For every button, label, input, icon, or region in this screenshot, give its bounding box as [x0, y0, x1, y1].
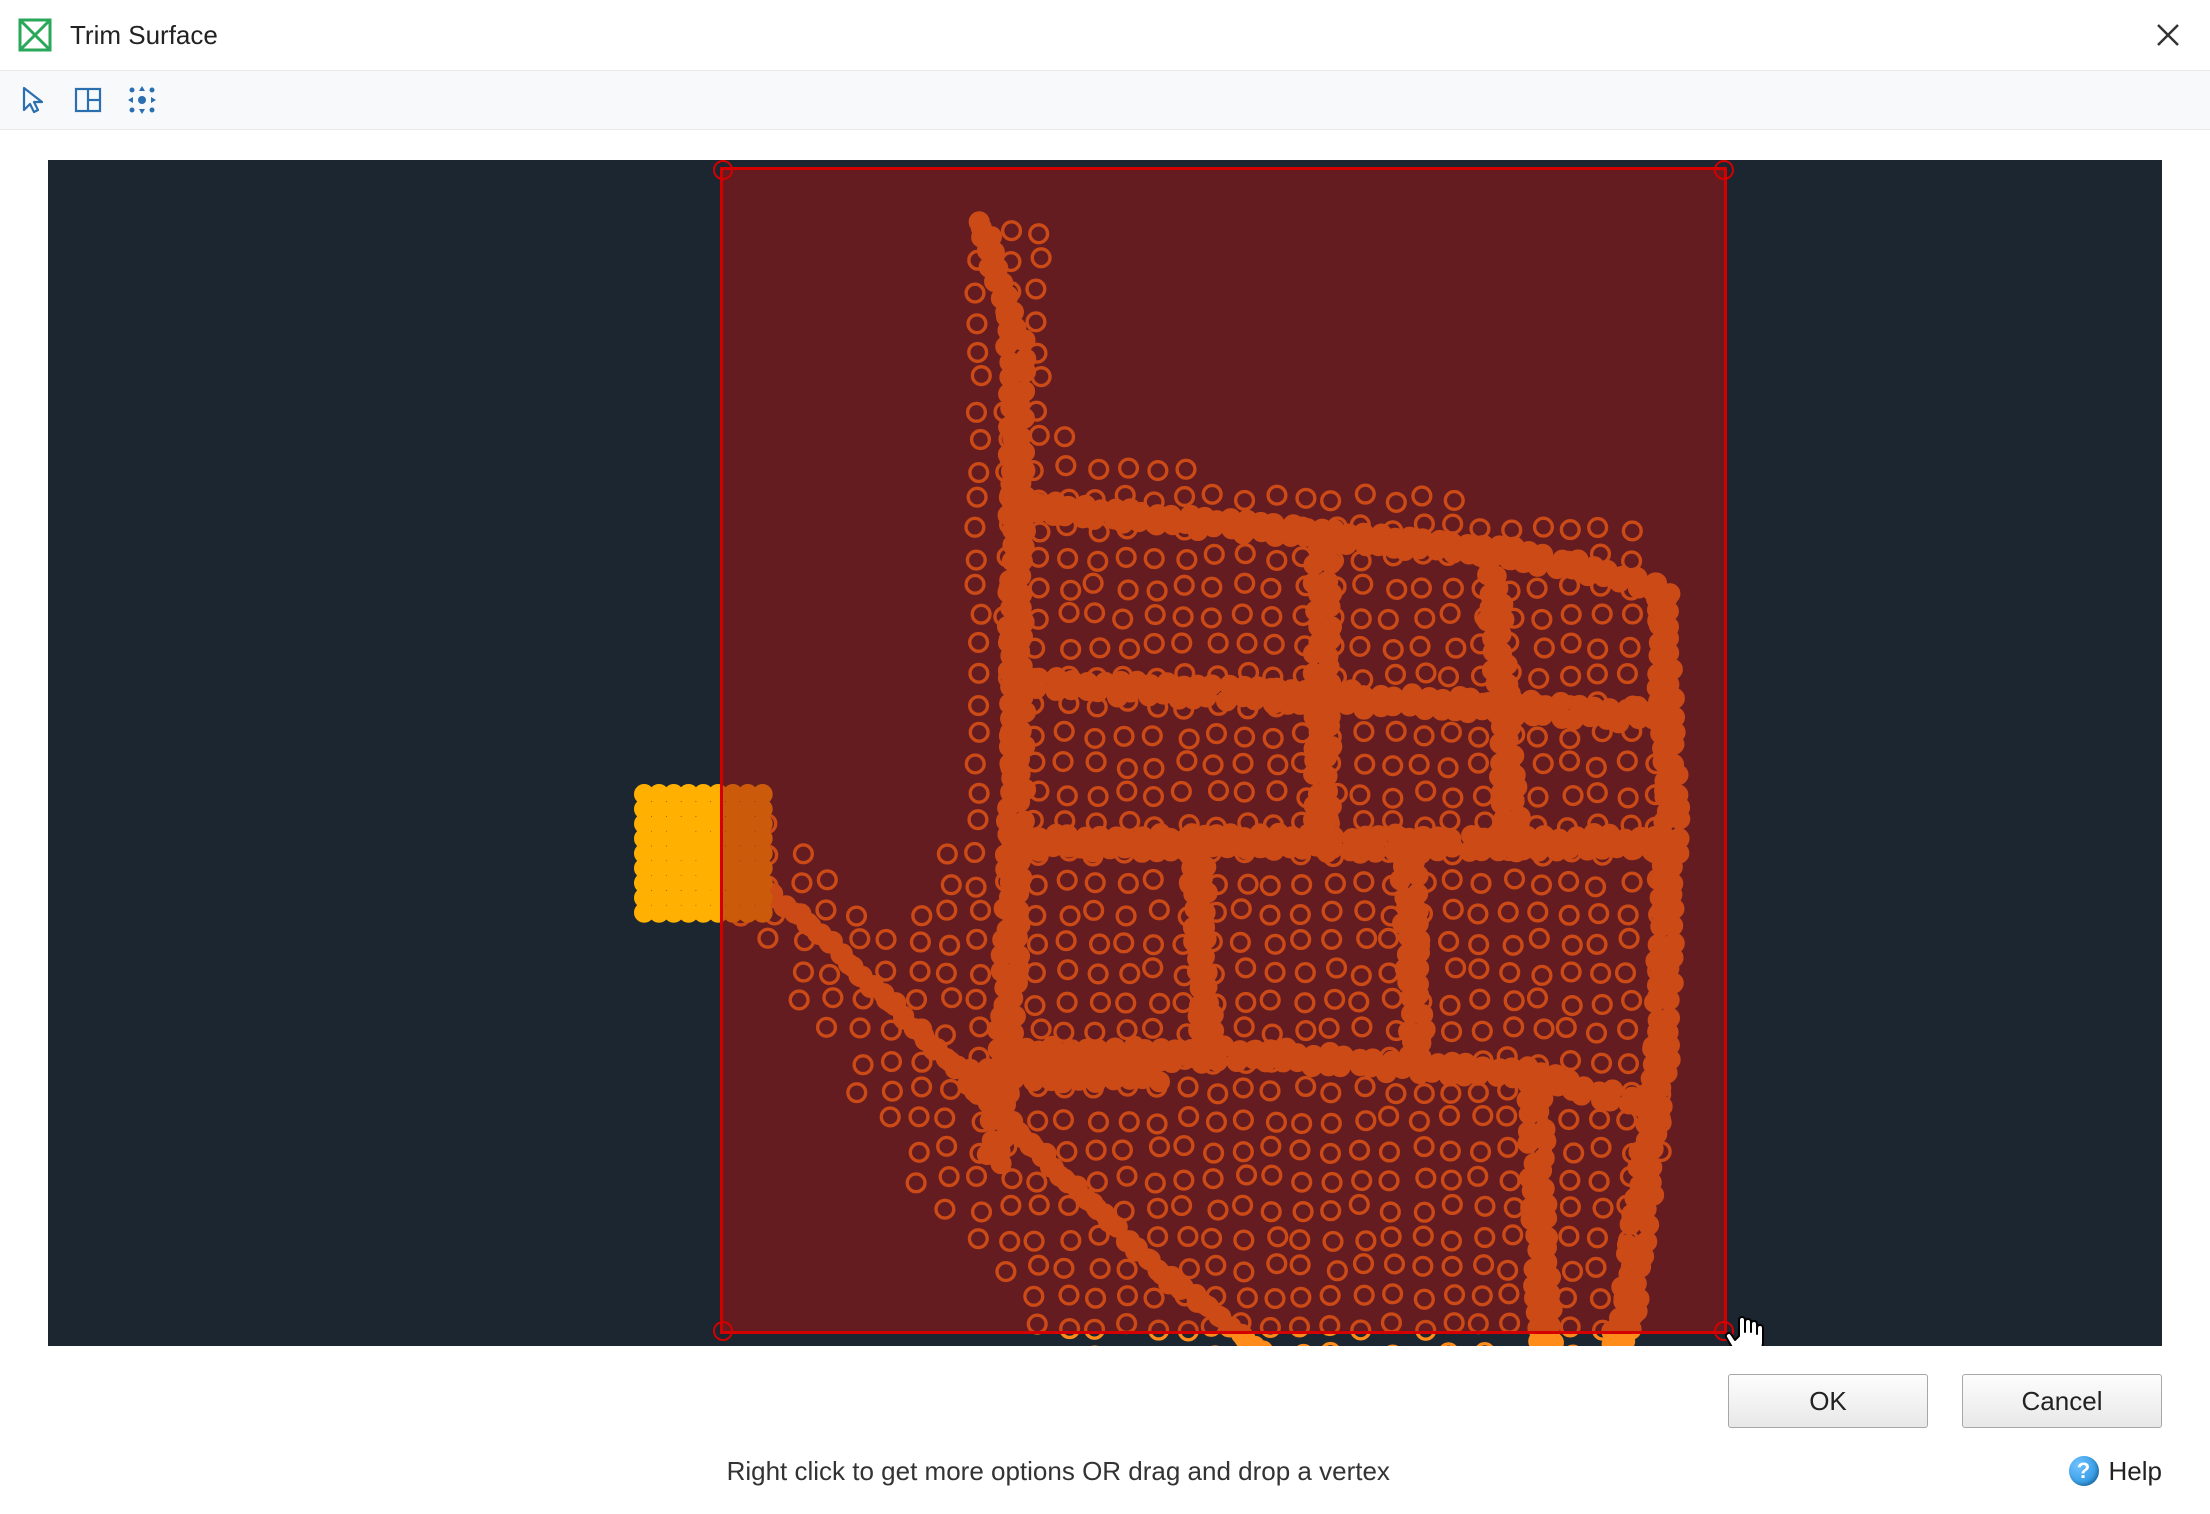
dialog-buttons: OK Cancel [0, 1356, 2210, 1446]
snap-move-icon [125, 83, 159, 117]
close-button[interactable] [2138, 5, 2198, 65]
view-split-tool[interactable] [68, 80, 108, 120]
trim-handle-bl[interactable] [713, 1321, 733, 1341]
help-icon: ? [2069, 1456, 2099, 1486]
toolbar [0, 70, 2210, 130]
select-tool[interactable] [14, 80, 54, 120]
help-link[interactable]: ? Help [2069, 1456, 2162, 1487]
viewport-container [0, 130, 2210, 1356]
window-title: Trim Surface [70, 20, 2138, 51]
help-label: Help [2109, 1456, 2162, 1487]
trim-handle-br[interactable] [1714, 1321, 1734, 1341]
titlebar: Trim Surface [0, 0, 2210, 70]
close-icon [2155, 22, 2181, 48]
view-split-icon [73, 85, 103, 115]
snap-move-tool[interactable] [122, 80, 162, 120]
cancel-button[interactable]: Cancel [1962, 1374, 2162, 1428]
trim-handle-tl[interactable] [713, 160, 733, 180]
viewport[interactable] [48, 160, 2162, 1346]
trim-handle-tr[interactable] [1714, 160, 1734, 180]
ok-button[interactable]: OK [1728, 1374, 1928, 1428]
statusbar: Right click to get more options OR drag … [0, 1446, 2210, 1514]
trim-rectangle[interactable] [720, 167, 1726, 1334]
status-hint: Right click to get more options OR drag … [48, 1456, 2069, 1487]
app-icon [18, 18, 52, 52]
dialog-window: Trim Surface [0, 0, 2210, 1514]
select-tool-icon [19, 85, 49, 115]
